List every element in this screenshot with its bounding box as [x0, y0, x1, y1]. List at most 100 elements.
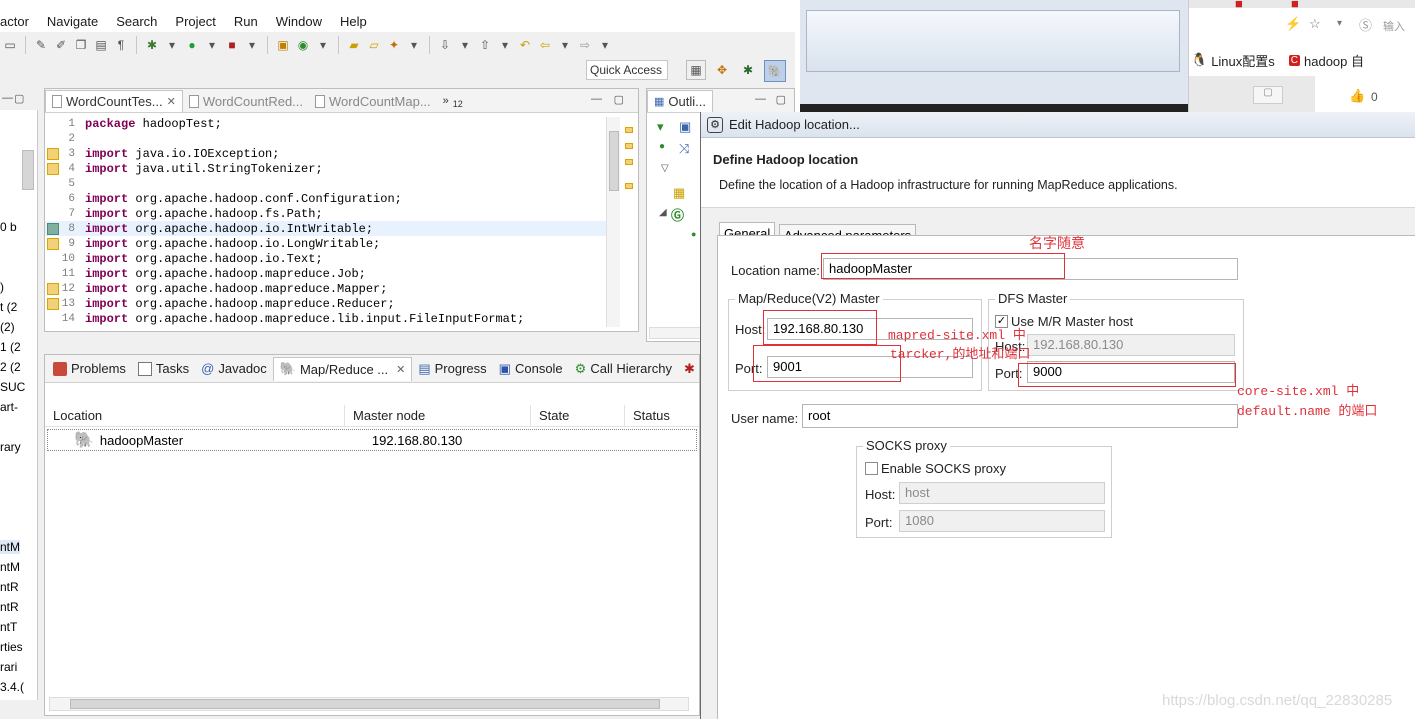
warning-icon[interactable]: [47, 163, 59, 175]
chevron-down-icon[interactable]: ▽: [661, 163, 669, 174]
scroll-thumb[interactable]: [70, 699, 660, 709]
dialog-title-bar[interactable]: ⚙ Edit Hadoop location...: [701, 112, 1415, 138]
dropdown-arrow-icon[interactable]: ▾: [164, 37, 180, 53]
edit-icon[interactable]: ✐: [53, 37, 69, 53]
new-package-icon[interactable]: ▣: [275, 37, 291, 53]
dropdown-arrow-icon[interactable]: ▾: [497, 37, 513, 53]
tree-item[interactable]: ntM: [0, 540, 21, 554]
method-icon[interactable]: ●: [691, 229, 696, 239]
tree-item[interactable]: ntR: [0, 600, 19, 614]
user-name-field[interactable]: root: [802, 404, 1238, 428]
dropdown-arrow-icon[interactable]: ▾: [244, 37, 260, 53]
tree-item[interactable]: SUC: [0, 380, 25, 394]
tree-item[interactable]: ): [0, 280, 4, 294]
code-area[interactable]: 1 package hadoopTest; 2 3 import java.io.I…: [45, 113, 638, 331]
tree-item[interactable]: rari: [0, 660, 17, 674]
menu-project[interactable]: Project: [175, 14, 215, 29]
thumbs-up-icon[interactable]: 👍: [1349, 88, 1365, 104]
search-hint[interactable]: 输入: [1383, 18, 1405, 34]
tree-item[interactable]: ntR: [0, 580, 19, 594]
new-class-icon[interactable]: ◉: [295, 37, 311, 53]
bookmark-icon[interactable]: [47, 223, 59, 235]
java-perspective-icon[interactable]: ✥: [712, 60, 732, 80]
warning-icon[interactable]: [47, 148, 59, 160]
warning-icon[interactable]: [47, 283, 59, 295]
column-location[interactable]: Location: [45, 405, 345, 427]
doc-icon[interactable]: ▤: [93, 37, 109, 53]
tab-icon[interactable]: ■: [1235, 0, 1243, 11]
tree-item[interactable]: (2): [0, 320, 15, 334]
hide-fields-icon[interactable]: ⤨: [679, 141, 689, 157]
tree-item[interactable]: 1 (2: [0, 340, 21, 354]
tab-wordcountreducer[interactable]: WordCountRed...: [183, 90, 309, 112]
save-icon[interactable]: ▭: [2, 37, 18, 53]
open-perspective-icon[interactable]: ▦: [686, 60, 706, 80]
tab-icon[interactable]: ■: [1291, 0, 1299, 11]
more-views-icon[interactable]: ✱: [684, 361, 695, 377]
tree-item[interactable]: 2 (2: [0, 360, 21, 374]
tab-wordcountmapper[interactable]: WordCountMap...: [309, 90, 437, 112]
socks-port-field[interactable]: 1080: [899, 510, 1105, 532]
table-horizontal-scrollbar[interactable]: [49, 697, 689, 711]
column-master-node[interactable]: Master node: [345, 405, 531, 427]
menu-window[interactable]: Window: [276, 14, 322, 29]
warning-marker[interactable]: [625, 159, 633, 165]
forward-icon[interactable]: ⇨: [577, 37, 593, 53]
quick-access-input[interactable]: Quick Access: [586, 60, 668, 80]
class-icon[interactable]: Ⓖ: [671, 205, 684, 224]
open-type-icon[interactable]: ▱: [366, 37, 382, 53]
more-tabs-button[interactable]: » 12: [437, 90, 469, 112]
column-status[interactable]: Status: [625, 405, 699, 427]
tab-wordcounttest[interactable]: WordCountTes... ✕: [45, 90, 183, 112]
maximize-icon[interactable]: ▢: [776, 93, 786, 106]
minimize-icon[interactable]: —: [2, 92, 13, 104]
maximize-icon[interactable]: ▢: [614, 93, 624, 106]
menu-search[interactable]: Search: [116, 14, 157, 29]
tab-problems[interactable]: Problems: [47, 357, 132, 381]
external-tools-icon[interactable]: ■: [224, 37, 240, 53]
menu-navigate[interactable]: Navigate: [47, 14, 98, 29]
maximize-icon[interactable]: ▢: [14, 92, 24, 105]
tree-item[interactable]: 3.4.(: [0, 680, 24, 694]
bookmark-hadoop[interactable]: Chadoop 自: [1288, 51, 1364, 70]
imports-icon[interactable]: ▦: [673, 185, 685, 201]
menu-refactor[interactable]: actor: [0, 14, 29, 29]
collapse-all-icon[interactable]: ▣: [679, 119, 691, 135]
scroll-thumb[interactable]: [609, 131, 619, 191]
back-icon[interactable]: ⇦: [537, 37, 553, 53]
tree-item[interactable]: ntM: [0, 560, 20, 574]
chevron-down-icon[interactable]: ▾: [1337, 18, 1342, 29]
close-icon[interactable]: ✕: [167, 95, 176, 108]
table-row[interactable]: 🐘 hadoopMaster 192.168.80.130: [47, 429, 697, 451]
mapreduce-perspective-icon[interactable]: 🐘: [764, 60, 786, 82]
tab-console[interactable]: ▣ Console: [493, 357, 569, 381]
menu-help[interactable]: Help: [340, 14, 367, 29]
dropdown-arrow-icon[interactable]: ▾: [204, 37, 220, 53]
pin-icon[interactable]: ✎: [33, 37, 49, 53]
tab-call-hierarchy[interactable]: ⚙ Call Hierarchy: [569, 357, 678, 381]
page-button[interactable]: ▢: [1253, 86, 1283, 104]
field-icon[interactable]: ●: [659, 141, 665, 152]
tab-outline[interactable]: ▦ Outli...: [647, 90, 713, 112]
wand-icon[interactable]: ✦: [386, 37, 402, 53]
tree-item[interactable]: rties: [0, 640, 23, 654]
tab-progress[interactable]: ▤ Progress: [412, 357, 492, 381]
tab-tasks[interactable]: Tasks: [132, 357, 195, 381]
dropdown-arrow-icon[interactable]: ▾: [406, 37, 422, 53]
run-icon[interactable]: ●: [184, 37, 200, 53]
warning-icon[interactable]: [47, 238, 59, 250]
copy-icon[interactable]: ❐: [73, 37, 89, 53]
dropdown-arrow-icon[interactable]: ▾: [557, 37, 573, 53]
enable-socks-checkbox[interactable]: [865, 462, 878, 475]
menu-run[interactable]: Run: [234, 14, 258, 29]
tree-item[interactable]: 0 b: [0, 220, 17, 234]
minimize-icon[interactable]: —: [755, 93, 766, 105]
next-annotation-icon[interactable]: ⇩: [437, 37, 453, 53]
dropdown-arrow-icon[interactable]: ▾: [597, 37, 613, 53]
warning-icon[interactable]: [47, 298, 59, 310]
tree-item[interactable]: art-: [0, 400, 18, 414]
socks-host-field[interactable]: host: [899, 482, 1105, 504]
column-state[interactable]: State: [531, 405, 625, 427]
warning-marker[interactable]: [625, 127, 633, 133]
editor-vertical-scrollbar[interactable]: [606, 117, 620, 327]
